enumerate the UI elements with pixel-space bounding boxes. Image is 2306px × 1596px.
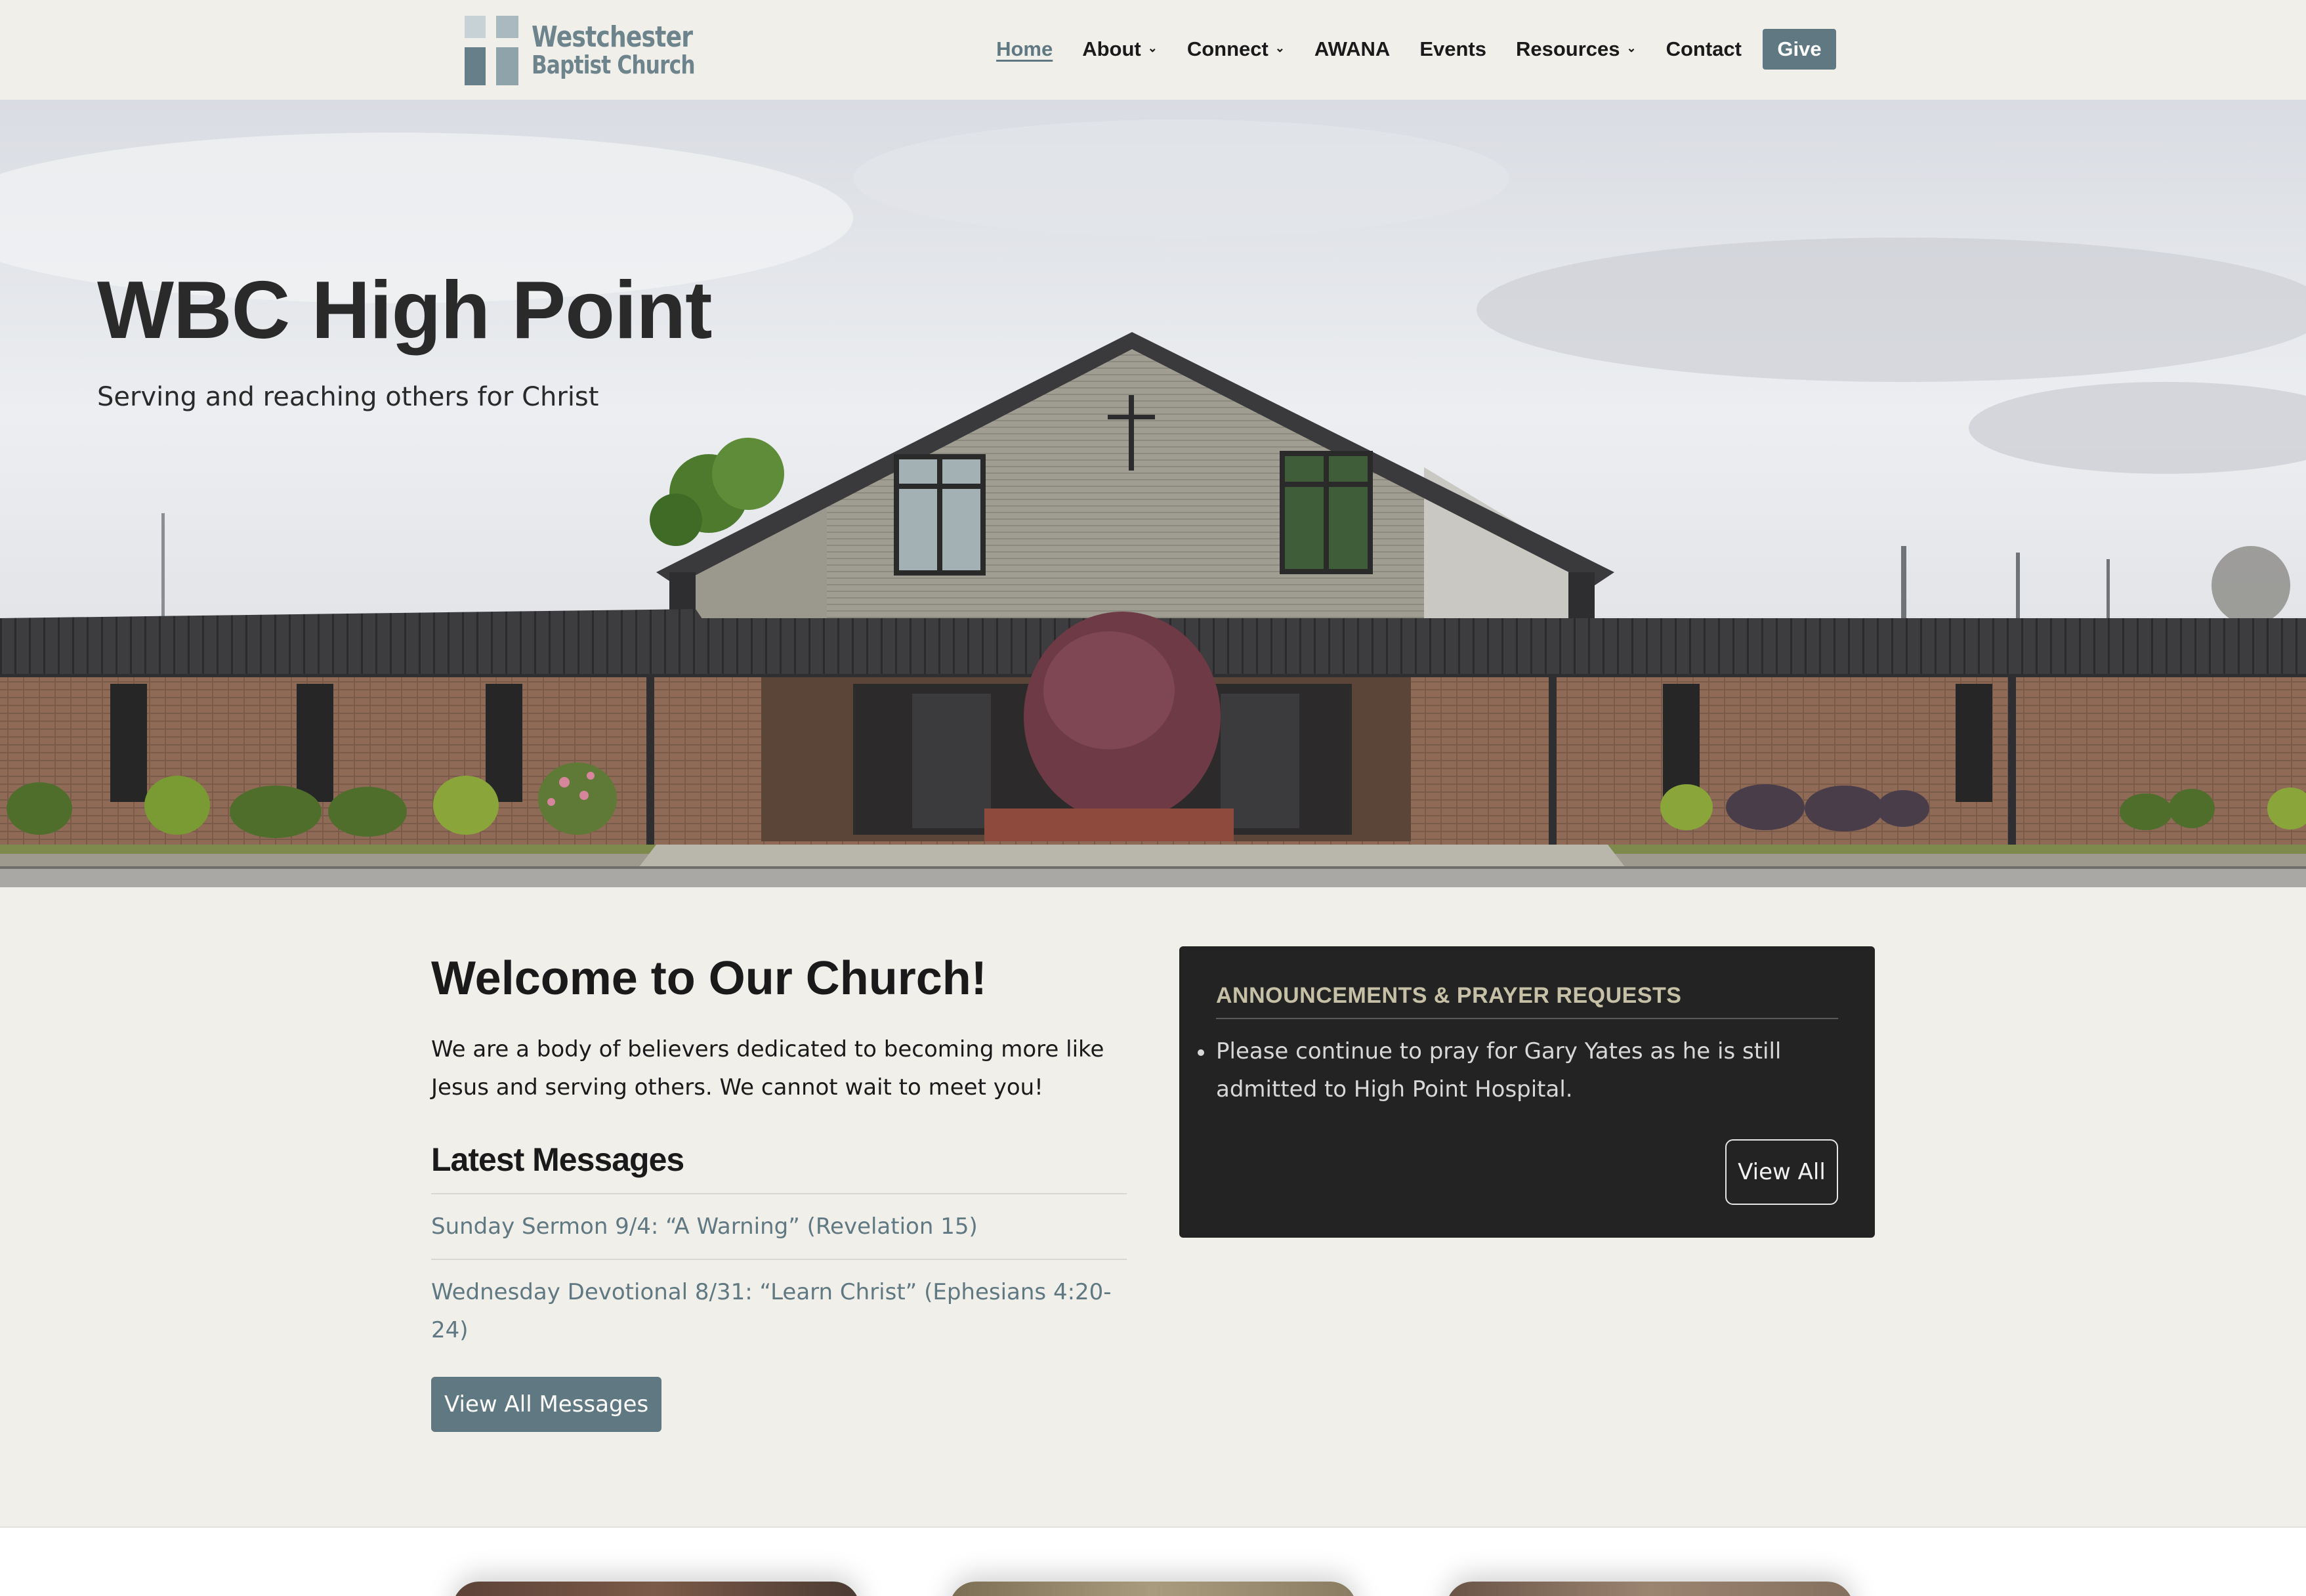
announcements-title: ANNOUNCEMENTS & PRAYER REQUESTS [1216,983,1838,1019]
site-logo[interactable]: Westchester Baptist Church [465,16,730,85]
hero-title: WBC High Point [97,265,712,356]
hero-subtitle: Serving and reaching others for Christ [97,382,599,412]
message-link[interactable]: Wednesday Devotional 8/31: “Learn Christ… [431,1260,1127,1362]
cross-logo-icon [465,16,521,85]
feature-cards-section [0,1526,2306,1596]
welcome-title: Welcome to Our Church! [431,952,987,1005]
nav-item-label: Connect [1186,37,1268,60]
feature-card-image[interactable] [453,1582,860,1596]
chevron-down-icon: ⌄ [1274,41,1285,54]
nav-item-awana[interactable]: AWANA [1314,37,1390,61]
announcements-panel: ANNOUNCEMENTS & PRAYER REQUESTS Please c… [1179,946,1875,1238]
nav-item-label: About [1082,37,1141,60]
nav-item-label: Contact [1666,37,1742,60]
view-all-messages-button[interactable]: View All Messages [431,1377,662,1432]
nav-item-home[interactable]: Home [996,37,1053,61]
feature-card-image[interactable] [1446,1582,1853,1596]
logo-wordmark: Westchester Baptist Church [532,20,696,80]
view-all-announcements-button[interactable]: View All [1725,1139,1838,1205]
logo-line-2: Baptist Church [532,51,696,80]
site-header: Westchester Baptist Church Home About ⌄ C… [0,0,2306,100]
nav-item-label: Resources [1515,37,1620,60]
nav-item-connect[interactable]: Connect ⌄ [1187,37,1285,61]
nav-item-label: Events [1419,37,1486,60]
hero-banner: WBC High Point Serving and reaching othe… [0,100,2306,887]
church-building-photo [0,100,2306,887]
latest-messages-title: Latest Messages [431,1141,684,1178]
nav-item-label: AWANA [1314,37,1391,60]
give-button[interactable]: Give [1763,29,1836,70]
nav-item-resources[interactable]: Resources ⌄ [1516,37,1637,61]
chevron-down-icon: ⌄ [1147,41,1158,54]
nav-item-label: Home [996,37,1053,60]
nav-item-events[interactable]: Events [1419,37,1486,61]
nav-item-contact[interactable]: Contact [1666,37,1742,61]
main-nav: Home About ⌄ Connect ⌄ AWANA Events Resour… [996,29,1836,70]
message-link[interactable]: Sunday Sermon 9/4: “A Warning” (Revelati… [431,1194,1127,1260]
feature-card-image[interactable] [950,1582,1356,1596]
chevron-down-icon: ⌄ [1626,41,1637,54]
nav-item-about[interactable]: About ⌄ [1082,37,1158,61]
announcements-list: Please continue to pray for Gary Yates a… [1198,1032,1838,1108]
announcement-item: Please continue to pray for Gary Yates a… [1198,1032,1838,1108]
logo-line-1: Westchester [532,20,693,54]
messages-list: Sunday Sermon 9/4: “A Warning” (Revelati… [431,1193,1127,1362]
welcome-section: Welcome to Our Church! We are a body of … [431,945,1127,1432]
welcome-text: We are a body of believers dedicated to … [431,1036,1104,1101]
